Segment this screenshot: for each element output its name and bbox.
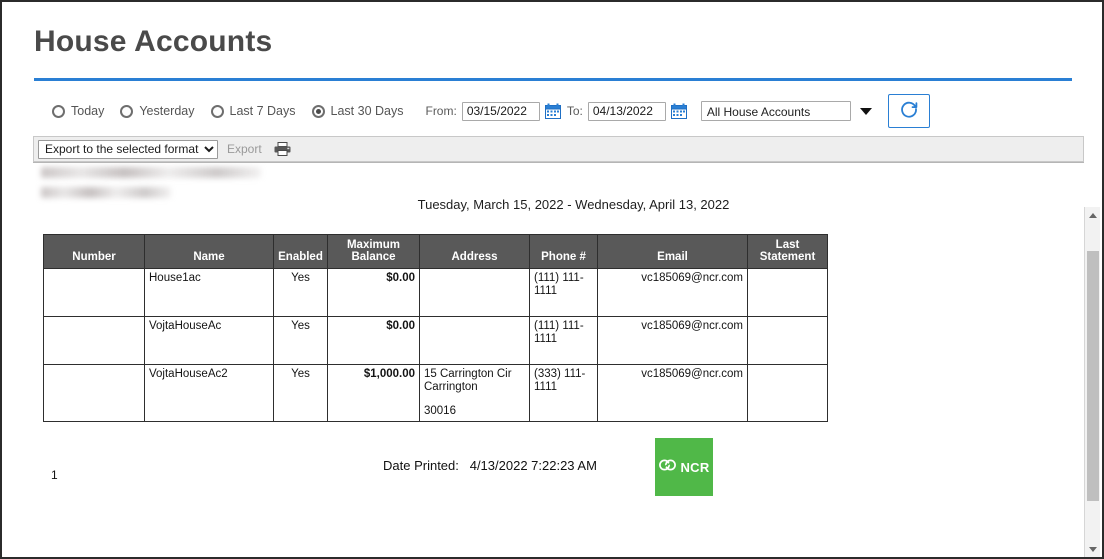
to-date-label: To: [566,104,583,118]
table-row: VojtaHouseAc Yes $0.00 (111) 111-1111 vc… [43,316,828,365]
report-page: Tuesday, March 15, 2022 - Wednesday, Apr… [33,163,1084,503]
refresh-button[interactable] [887,94,930,128]
cell-maximum-balance: $0.00 [327,316,420,365]
cell-name: House1ac [144,268,274,317]
redacted-line-2 [41,187,171,198]
cell-maximum-balance: $1,000.00 [327,364,420,422]
date-printed-label: Date Printed: [383,458,459,473]
address-line-1: 15 Carrington Cir [424,368,512,380]
radio-label-today: Today [71,104,105,118]
radio-label-yesterday: Yesterday [139,104,195,118]
cell-name: VojtaHouseAc [144,316,274,365]
column-header-maximum-balance: Maximum Balance [327,234,420,269]
export-toolbar: Export to the selected format Export [33,136,1084,162]
from-date-input[interactable] [461,101,540,121]
date-printed-value: 4/13/2022 7:22:23 AM [469,458,597,473]
redacted-store-info [41,167,261,207]
report-footer: 1 Date Printed: 4/13/2022 7:22:23 AM NCR [33,436,1084,496]
column-header-phone: Phone # [529,234,598,269]
cell-enabled: Yes [273,316,328,365]
house-accounts-table: Number Name Enabled Maximum Balance Addr… [43,234,828,422]
date-printed: Date Printed: 4/13/2022 7:22:23 AM [383,458,597,473]
column-header-address: Address [419,234,530,269]
cell-last-statement [747,268,828,317]
scrollbar-thumb[interactable] [1087,251,1099,501]
address-spacer [424,394,525,405]
table-body: House1ac Yes $0.00 (111) 111-1111 vc1850… [43,268,828,422]
to-date-input[interactable] [587,101,666,121]
scroll-up-button[interactable] [1085,207,1100,223]
radio-option-yesterday[interactable]: Yesterday [120,104,195,118]
cell-phone: (111) 111-1111 [529,268,598,317]
ncr-logo: NCR [655,438,713,496]
table-header: Number Name Enabled Maximum Balance Addr… [43,234,828,269]
vertical-scrollbar[interactable] [1084,207,1100,557]
cell-address: 15 Carrington Cir Carrington 30016 [419,364,530,422]
cell-last-statement [747,316,828,365]
radio-icon-today [52,104,65,118]
cell-name: VojtaHouseAc2 [144,364,274,422]
radio-label-last-7-days: Last 7 Days [229,104,296,118]
table-header-row: Number Name Enabled Maximum Balance Addr… [43,234,828,269]
radio-icon-last-30-days [311,104,325,118]
account-filter-dropdown[interactable]: All House Accounts [700,101,872,121]
scroll-down-button[interactable] [1085,541,1100,557]
column-header-name: Name [144,234,274,269]
refresh-icon [899,99,919,124]
column-header-enabled: Enabled [273,234,328,269]
cell-phone: (111) 111-1111 [529,316,598,365]
table-row: House1ac Yes $0.00 (111) 111-1111 vc1850… [43,268,828,317]
cell-number [43,268,145,317]
export-format-select[interactable]: Export to the selected format [38,139,218,159]
house-accounts-report-window: House Accounts Today Yesterday Last 7 Da… [0,0,1104,559]
ncr-logo-inner: NCR [658,458,709,477]
radio-label-last-30-days: Last 30 Days [330,104,404,118]
cell-number [43,316,145,365]
column-header-email: Email [597,234,748,269]
cell-last-statement [747,364,828,422]
radio-option-today[interactable]: Today [52,104,104,118]
from-date-label: From: [425,104,457,118]
calendar-icon-to[interactable] [670,103,687,119]
column-header-last-statement: Last Statement [747,234,828,269]
cell-number [43,364,145,422]
page-title: House Accounts [34,25,273,58]
report-viewport: Tuesday, March 15, 2022 - Wednesday, Apr… [33,162,1084,503]
chevron-down-icon [859,107,872,115]
cell-enabled: Yes [273,364,328,422]
cell-phone: (333) 111-1111 [529,364,598,422]
radio-icon-last-7-days [210,104,224,118]
export-button[interactable]: Export [227,142,262,156]
calendar-icon-from[interactable] [544,103,561,119]
address-line-2: Carrington [424,381,478,393]
filter-bar: Today Yesterday Last 7 Days Last 30 Days… [2,81,1102,128]
ncr-logo-text: NCR [680,459,710,475]
cell-address [419,316,530,365]
date-range-radio-group: Today Yesterday Last 7 Days Last 30 Days [52,104,419,118]
table-row: VojtaHouseAc2 Yes $1,000.00 15 Carringto… [43,364,828,422]
column-header-number: Number [43,234,145,269]
page-number: 1 [51,468,58,482]
chevron-up-icon [1088,212,1097,218]
radio-icon-yesterday [120,104,134,118]
cell-email: vc185069@ncr.com [597,268,748,317]
page-header: House Accounts [2,2,1102,60]
account-filter-value: All House Accounts [700,101,851,121]
redacted-line-1 [41,167,261,178]
radio-option-last-7-days[interactable]: Last 7 Days [210,104,296,118]
cell-maximum-balance: $0.00 [327,268,420,317]
chevron-down-icon-scroll [1088,546,1097,552]
cell-email: vc185069@ncr.com [597,316,748,365]
printer-icon[interactable] [274,142,291,156]
cell-enabled: Yes [273,268,328,317]
cell-email: vc185069@ncr.com [597,364,748,422]
ncr-mark-icon [658,458,678,477]
cell-address [419,268,530,317]
radio-option-last-30-days[interactable]: Last 30 Days [311,104,404,118]
address-zip: 30016 [424,405,456,417]
